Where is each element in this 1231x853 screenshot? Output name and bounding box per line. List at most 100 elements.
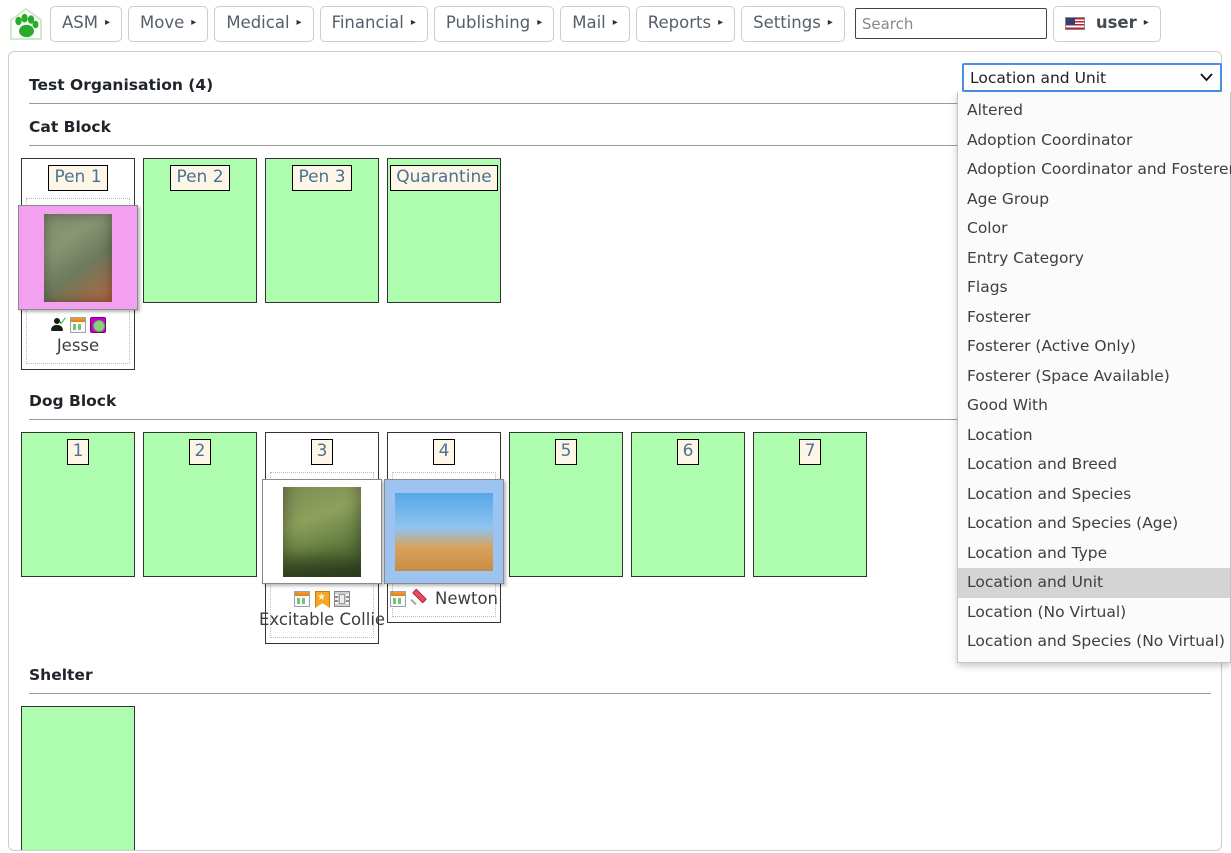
nav-label: Mail [572, 12, 606, 32]
view-select-wrapper: Location and Unit Altered Adoption Coordi… [957, 63, 1231, 663]
top-navigation-bar: ASM ▸ Move ▸ Medical ▸ Financial ▸ Publi… [0, 0, 1231, 47]
unit-dog-4[interactable]: 4 Newton [384, 432, 504, 623]
dropdown-option[interactable]: Fosterer (Active Only) [958, 332, 1230, 362]
unit-label: 4 [432, 439, 456, 465]
unit-contents: Newton [384, 472, 504, 617]
nav-label: Reports [647, 12, 712, 32]
view-mode-dropdown-list[interactable]: Altered Adoption Coordinator Adoption Coor… [957, 92, 1231, 663]
flag-circle-icon[interactable] [90, 317, 106, 333]
unit-label: Pen 1 [48, 165, 108, 191]
unit-dog-3[interactable]: 3 ★ Excitable Collie [259, 432, 385, 644]
unit-dog-2[interactable]: 2 [143, 432, 257, 577]
chevron-right-icon: ▸ [537, 17, 543, 28]
animal-name[interactable]: Excitable Collie [259, 611, 385, 629]
animal-icon-row: ✓ [50, 315, 106, 333]
user-menu-label: user [1095, 12, 1137, 32]
unit-contents: ✓ Jesse [18, 198, 138, 364]
record-calendar-icon[interactable] [294, 591, 310, 607]
nav-menu-medical[interactable]: Medical ▸ [214, 5, 314, 42]
unit-quarantine[interactable]: Quarantine [387, 158, 501, 303]
dropdown-option[interactable]: Location [958, 421, 1230, 451]
dropdown-option[interactable]: Fosterer [958, 303, 1230, 333]
nav-menu-settings[interactable]: Settings ▸ [741, 5, 845, 42]
dropdown-option[interactable]: Good With [958, 391, 1230, 421]
unit-label: 5 [554, 439, 578, 465]
unit-label: 1 [66, 439, 90, 465]
unit-pen-1[interactable]: Pen 1 ✓ Jesse [18, 158, 138, 370]
chevron-down-icon [1200, 68, 1213, 86]
section-title-shelter: Shelter [29, 666, 93, 684]
chevron-right-icon: ▸ [827, 17, 833, 28]
syringe-icon[interactable] [410, 588, 427, 607]
unit-label: 7 [798, 439, 822, 465]
animal-photo-jesse[interactable] [18, 205, 138, 310]
unit-label: 3 [310, 439, 334, 465]
paw-house-logo[interactable] [8, 6, 44, 42]
person-check-icon[interactable]: ✓ [50, 315, 68, 333]
dropdown-option[interactable]: Flags [958, 273, 1230, 303]
animal-name[interactable]: Newton [435, 590, 498, 608]
view-mode-selected-value: Location and Unit [970, 68, 1107, 87]
user-menu-button[interactable]: user ▸ [1052, 5, 1161, 42]
animal-icon-row: ★ [294, 591, 350, 608]
unit-label: 6 [676, 439, 700, 465]
dropdown-option[interactable]: Location and Species (Age) [958, 509, 1230, 539]
animal-photo-excitable-collie[interactable] [262, 479, 382, 584]
dropdown-option[interactable]: Location (No Virtual) [958, 598, 1230, 628]
record-calendar-icon[interactable] [390, 591, 406, 608]
chevron-right-icon: ▸ [612, 17, 618, 28]
nav-label: Settings [753, 12, 821, 32]
chevron-right-icon: ▸ [718, 17, 724, 28]
nav-menu-reports[interactable]: Reports ▸ [635, 5, 736, 42]
unit-pen-3[interactable]: Pen 3 [265, 158, 379, 303]
dropdown-option[interactable]: Location and Breed [958, 450, 1230, 480]
nav-label: Medical [226, 12, 290, 32]
nav-menu-asm[interactable]: ASM ▸ [50, 5, 123, 42]
dropdown-option[interactable]: Location and Type [958, 539, 1230, 569]
animal-photo-newton[interactable] [384, 479, 504, 584]
unit-pen-2[interactable]: Pen 2 [143, 158, 257, 303]
chevron-right-icon: ▸ [191, 17, 197, 28]
section-divider [29, 693, 1211, 694]
unit-dog-5[interactable]: 5 [509, 432, 623, 577]
unit-dog-6[interactable]: 6 [631, 432, 745, 577]
dropdown-option[interactable]: Fosterer (Space Available) [958, 362, 1230, 392]
nav-menu-mail[interactable]: Mail ▸ [560, 5, 630, 42]
chevron-right-icon: ▸ [105, 17, 111, 28]
nav-label: ASM [62, 12, 98, 32]
dropdown-option[interactable]: Altered [958, 96, 1230, 126]
chevron-right-icon: ▸ [1143, 17, 1149, 28]
nav-menu-move[interactable]: Move ▸ [128, 5, 209, 42]
chevron-right-icon: ▸ [296, 17, 302, 28]
nav-label: Move [140, 12, 185, 32]
unit-dog-7[interactable]: 7 [753, 432, 867, 577]
nav-menu-financial[interactable]: Financial ▸ [319, 5, 428, 42]
record-calendar-icon[interactable] [70, 317, 86, 333]
unit-shelter-1[interactable] [21, 706, 135, 850]
dropdown-option[interactable]: Adoption Coordinator [958, 126, 1230, 156]
view-mode-select[interactable]: Location and Unit [962, 63, 1222, 92]
us-flag-icon [1064, 16, 1085, 30]
dropdown-option[interactable]: Adoption Coordinator and Fosterer [958, 155, 1231, 185]
star-bookmark-icon[interactable]: ★ [314, 591, 330, 608]
animal-icon-row: Newton [390, 588, 498, 608]
unit-label: Pen 3 [292, 165, 352, 191]
dropdown-option[interactable]: Location and Species [958, 480, 1230, 510]
dropdown-option[interactable]: Color [958, 214, 1230, 244]
filmstrip-icon[interactable] [334, 591, 350, 607]
chevron-right-icon: ▸ [410, 17, 416, 28]
dropdown-option[interactable]: Location and Unit [958, 568, 1230, 598]
nav-label: Publishing [445, 12, 531, 32]
animal-name[interactable]: Jesse [57, 337, 99, 355]
unit-label: Quarantine [390, 165, 498, 191]
dropdown-option[interactable]: Location and Species (No Virtual) [958, 627, 1230, 657]
unit-dog-1[interactable]: 1 [21, 432, 135, 577]
nav-label: Financial [331, 12, 404, 32]
search-input[interactable] [854, 8, 1047, 39]
nav-menu-publishing[interactable]: Publishing ▸ [433, 5, 555, 42]
dropdown-option[interactable]: Entry Category [958, 244, 1230, 274]
unit-contents: ★ Excitable Collie [259, 472, 385, 638]
dropdown-option[interactable]: Age Group [958, 185, 1230, 215]
unit-row-shelter [21, 706, 1221, 850]
unit-label: Pen 2 [170, 165, 230, 191]
